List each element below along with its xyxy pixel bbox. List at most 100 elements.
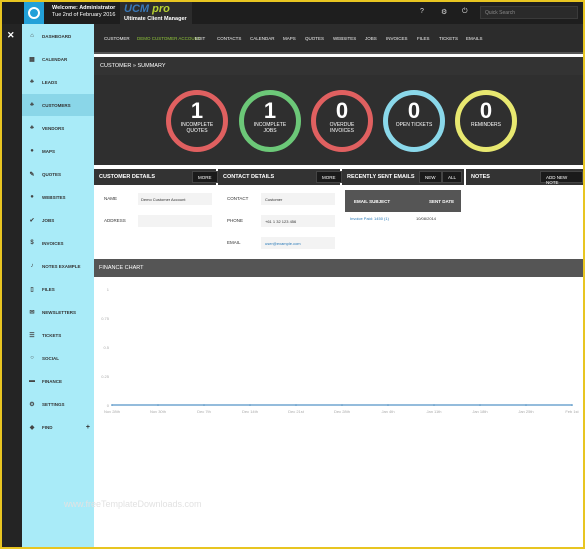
series-point — [249, 404, 251, 406]
sidebar-item-dashboard[interactable]: ⌂ Dashboard — [22, 25, 94, 47]
breadcrumb-customer[interactable]: Customer — [104, 36, 130, 41]
y-tick-label: 1 — [107, 287, 110, 292]
x-tick-label: Jan 18th — [472, 409, 487, 414]
file-icon: ▯ — [30, 286, 34, 293]
sidebar-item-notes-example[interactable]: ♪ Notes Example — [22, 255, 94, 277]
breadcrumb-customer-name[interactable]: Demo Customer Account — [137, 36, 201, 41]
summary-count: 1 — [190, 98, 204, 123]
tab-maps[interactable]: Maps — [283, 36, 296, 41]
brand-logo[interactable]: UCM pro Ultimate Client Manager — [120, 2, 192, 24]
summary-label-2: Jobs — [263, 128, 277, 134]
quick-search-input[interactable]: Quick Search — [480, 6, 578, 19]
summary-label: Open Tickets — [395, 122, 433, 128]
sidebar-item-finance[interactable]: ▬ Finance — [22, 370, 94, 392]
tab-invoices[interactable]: Invoices — [386, 36, 408, 41]
summary-count: 1 — [263, 98, 277, 123]
home-icon: ⌂ — [30, 33, 34, 39]
users-icon: ♣ — [30, 79, 34, 85]
sidebar-item-label: Invoices — [42, 240, 64, 246]
tab-calendar[interactable]: Calendar — [250, 36, 275, 41]
sidebar-item-newsletters[interactable]: ✉ Newsletters — [22, 301, 94, 323]
tab-contacts[interactable]: Contacts — [217, 36, 241, 41]
sidebar-item-leads[interactable]: ♣ Leads — [22, 71, 94, 93]
top-bar: Welcome: Administrator Tue 2nd of Februa… — [2, 2, 583, 24]
sidebar-item-jobs[interactable]: ✔ Jobs — [22, 209, 94, 231]
sidebar-item-invoices[interactable]: $ Invoices — [22, 232, 94, 254]
summary-circle-incomplete-jobs[interactable]: 1 Incomplete Jobs — [239, 90, 301, 152]
main-content: Customer Demo Customer Account Edit Contact… — [64, 24, 583, 547]
sidebar-item-vendors[interactable]: ♣ Vendors — [22, 117, 94, 139]
all-emails-button[interactable]: All — [442, 171, 463, 183]
email-row-subject[interactable]: Invoice Paid: 1450 (1) — [350, 216, 389, 221]
close-icon[interactable]: ✕ — [7, 30, 15, 41]
brand-pro: pro — [152, 3, 170, 15]
sidebar-item-settings[interactable]: ⚙ Settings — [22, 393, 94, 415]
customer-more-button[interactable]: More — [192, 171, 218, 183]
sidebar-item-label: Social — [42, 355, 60, 361]
power-icon[interactable]: ⏻ — [462, 8, 468, 16]
sidebar-item-maps[interactable]: ● Maps — [22, 140, 94, 162]
sidebar-item-files[interactable]: ▯ Files — [22, 278, 94, 300]
y-tick-label: 0.75 — [101, 316, 110, 321]
collapse-strip: ✕ — [2, 24, 22, 547]
series-point — [525, 404, 527, 406]
x-tick-label: Jan 4th — [381, 409, 394, 414]
sidebar-item-label: Settings — [42, 401, 65, 407]
summary-count: 0 — [479, 98, 493, 123]
x-tick-label: Nov 30th — [150, 409, 166, 414]
contact-more-button[interactable]: More — [316, 171, 342, 183]
sidebar-item-label: Quotes — [42, 171, 62, 177]
edit-icon: ✎ — [29, 171, 35, 178]
finance-chart: 1 0.75 0.5 0.25 0Nov 28th Nov 30th Dec 7th Dec … — [101, 287, 579, 414]
sidebar-item-label: Dashboard — [42, 33, 72, 39]
help-icon[interactable]: ? — [420, 8, 424, 15]
add-note-button[interactable]: Add New Note — [540, 171, 583, 185]
check-icon: ✔ — [29, 217, 35, 224]
tab-jobs[interactable]: Jobs — [365, 36, 377, 41]
tab-tickets[interactable]: Tickets — [439, 36, 458, 41]
x-tick-label: Nov 28th — [104, 409, 120, 414]
phone-value: +61 1 32 123 456 — [265, 219, 297, 224]
users-icon: ♣ — [30, 102, 34, 108]
sidebar-item-tickets[interactable]: ☰ Tickets — [22, 324, 94, 346]
x-tick-label: Feb 1st — [565, 409, 579, 414]
summary-circle-incomplete-quotes[interactable]: 1 Incomplete Quotes — [166, 90, 228, 152]
tab-emails[interactable]: Emails — [466, 36, 483, 41]
summary-circle-open-tickets[interactable]: 0 Open Tickets — [383, 90, 445, 152]
sidebar-item-label: Vendors — [42, 125, 65, 131]
sidebar-item-label: Files — [42, 286, 55, 292]
mail-icon: ✉ — [29, 309, 35, 316]
series-point — [433, 404, 435, 406]
settings-icon[interactable]: ⚙ — [441, 8, 447, 16]
summary-area: 1 Incomplete Quotes 1 Incomplete Jobs 0 Overdue… — [94, 75, 583, 165]
expand-plus-icon[interactable]: + — [86, 424, 90, 431]
sidebar: ⌂ Dashboard ▦ Calendar ♣ Leads ♣ Customers ♣ Vend… — [22, 24, 94, 547]
sidebar-item-label: Tickets — [42, 332, 62, 338]
sidebar-item-calendar[interactable]: ▦ Calendar — [22, 48, 94, 70]
tab-quotes[interactable]: Quotes — [305, 36, 324, 41]
finance-chart-heading: Finance Chart — [94, 259, 583, 277]
email-row-date: 10/08/2014 — [416, 216, 437, 221]
col-email-subject: Email Subject — [354, 199, 391, 204]
sidebar-item-quotes[interactable]: ✎ Quotes — [22, 163, 94, 185]
globe-icon: ● — [30, 194, 34, 200]
x-tick-label: Jan 25th — [518, 409, 533, 414]
summary-circle-overdue-invoices[interactable]: 0 Overdue Invoices — [311, 90, 373, 152]
tab-edit[interactable]: Edit — [195, 36, 205, 41]
users-icon: ♣ — [30, 125, 34, 131]
y-tick-label: 0.25 — [101, 374, 110, 379]
email-value-link[interactable]: user@example.com — [265, 241, 301, 246]
new-email-button[interactable]: New — [419, 171, 442, 183]
calendar-icon: ▦ — [29, 56, 35, 63]
tab-files[interactable]: Files — [417, 36, 430, 41]
sidebar-item-find[interactable]: ◆ Find + — [22, 416, 94, 438]
tab-websites[interactable]: Websites — [333, 36, 356, 41]
sidebar-item-websites[interactable]: ● Websites — [22, 186, 94, 208]
power-logo-icon[interactable] — [24, 2, 44, 24]
sidebar-item-social[interactable]: ○ Social — [22, 347, 94, 369]
summary-circle-reminders[interactable]: 0 Reminders — [455, 90, 517, 152]
sidebar-item-label: Customers — [42, 102, 71, 108]
sidebar-item-customers[interactable]: ♣ Customers — [22, 94, 94, 116]
sidebar-item-label: Find — [42, 424, 53, 430]
bell-icon: ♪ — [30, 263, 34, 269]
